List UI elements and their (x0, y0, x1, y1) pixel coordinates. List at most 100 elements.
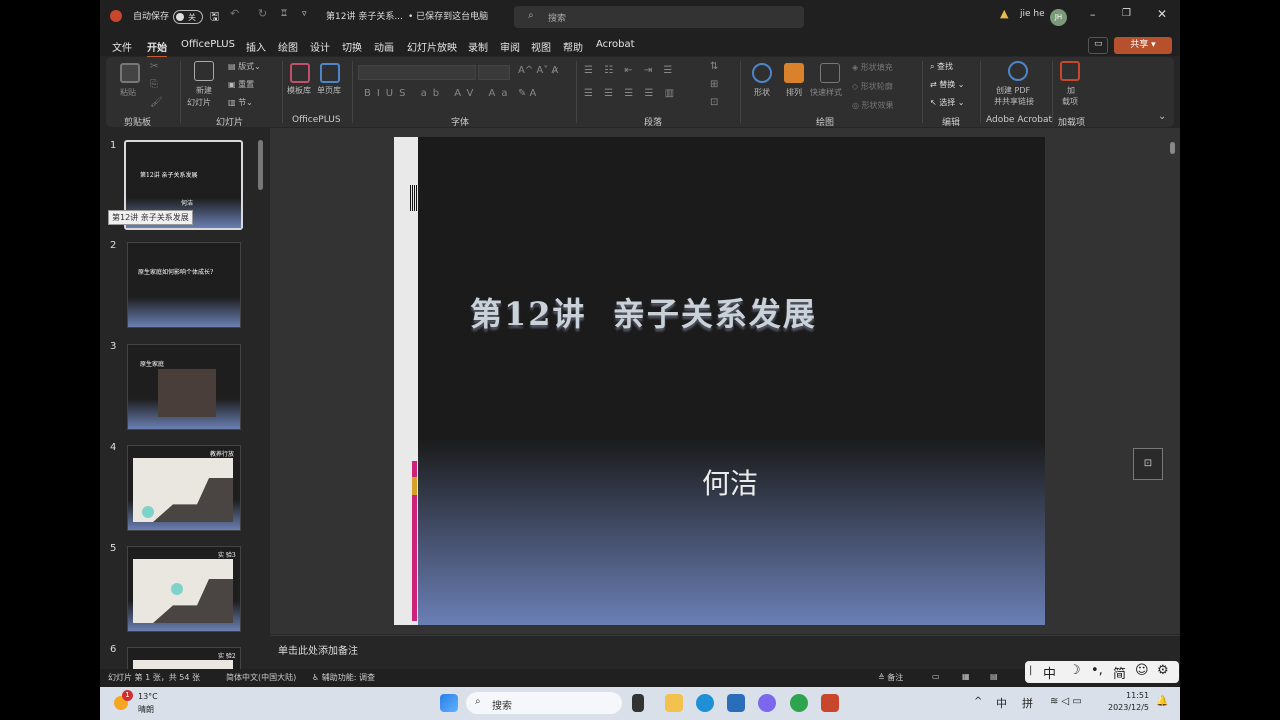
edge-browser-icon[interactable] (696, 694, 714, 712)
store-app-icon[interactable] (727, 694, 745, 712)
search-box[interactable]: ⌕ 搜索 (514, 6, 804, 28)
create-pdf-label-2[interactable]: 并共享链接 (994, 96, 1034, 107)
tab-review[interactable]: 审阅 (500, 39, 520, 54)
slide-title[interactable]: 第12讲 亲子关系发展 (470, 289, 817, 335)
slide-thumbnail-3[interactable]: 原生家庭 (127, 344, 241, 430)
moon-icon[interactable]: ☽ (1069, 663, 1081, 678)
copy-icon[interactable]: ⎘ (150, 79, 158, 90)
new-slide-label-1[interactable]: 新建 (196, 85, 212, 96)
single-page-library-button[interactable]: 单页库 (317, 85, 341, 96)
scroll-thumb[interactable] (1170, 142, 1175, 154)
addins-icon[interactable] (1060, 61, 1080, 81)
slide-subtitle[interactable]: 何洁 (702, 462, 758, 502)
tray-chevron-icon[interactable]: ^ (974, 696, 982, 707)
bookmark-button[interactable]: ⊡ (1133, 448, 1163, 480)
font-family-select[interactable] (358, 65, 476, 80)
shape-outline-button[interactable]: ◇ 形状轮廓 (852, 81, 893, 92)
accessibility-status[interactable]: ♿ 辅助功能: 调查 (312, 672, 375, 683)
thumbnails-scrollbar[interactable] (258, 140, 263, 190)
clock-time[interactable]: 11:51 (1126, 691, 1149, 700)
select-button[interactable]: ↖ 选择 ⌄ (930, 97, 965, 108)
single-page-library-icon[interactable] (320, 63, 340, 83)
grow-font-icon[interactable]: A^ A˅ A̷ (518, 65, 558, 76)
ime-mode[interactable]: 中 (1043, 663, 1056, 682)
temperature[interactable]: 13°C (138, 692, 158, 701)
taskbar-search[interactable]: ⌕ 搜索 (466, 692, 622, 714)
powerpoint-taskbar-icon[interactable] (821, 694, 839, 712)
shape-effects-button[interactable]: ◎ 形状效果 (852, 100, 894, 111)
reset-button[interactable]: ▣ 重置 (228, 79, 254, 90)
section-button[interactable]: ▥ 节⌄ (228, 97, 253, 108)
slide-thumbnail-4[interactable]: 教养行放 (127, 445, 241, 531)
arrange-icon[interactable] (784, 63, 804, 83)
language-status[interactable]: 简体中文(中国大陆) (226, 672, 296, 683)
collapse-ribbon-icon[interactable]: ⌄ (1158, 111, 1166, 122)
tray-lang-2[interactable]: 拼 (1022, 695, 1033, 711)
media-app-icon[interactable] (790, 694, 808, 712)
ime-simplified[interactable]: 简 (1113, 663, 1126, 682)
clock-date[interactable]: 2023/12/5 (1108, 703, 1149, 712)
new-slide-icon[interactable] (194, 61, 214, 81)
format-painter-icon[interactable]: 🖌 (150, 97, 163, 108)
tab-record[interactable]: 录制 (468, 39, 488, 54)
save-icon[interactable]: 🖫 (210, 8, 219, 27)
current-slide[interactable]: 第12讲 亲子关系发展 何洁 (394, 137, 1045, 625)
weather-text[interactable]: 晴朗 (138, 704, 154, 715)
tab-draw[interactable]: 绘图 (278, 39, 298, 54)
new-slide-label-2[interactable]: 幻灯片 (187, 97, 211, 108)
redo-icon[interactable]: ↻ (258, 7, 267, 20)
restore-icon[interactable]: ❐ (1122, 8, 1131, 19)
punctuation-icon[interactable]: •, (1091, 663, 1103, 678)
file-explorer-icon[interactable] (665, 694, 683, 712)
autosave-toggle[interactable]: 关 (173, 10, 203, 24)
wifi-volume-battery-icons[interactable]: ≋ ◁ ▭ (1050, 696, 1082, 707)
tab-transitions[interactable]: 切换 (342, 39, 362, 54)
create-pdf-icon[interactable] (1008, 61, 1028, 81)
slide-thumbnail-2[interactable]: 原生家庭如何影响个体成长? (127, 242, 241, 328)
tab-insert[interactable]: 插入 (246, 39, 266, 54)
user-name[interactable]: jie he (1020, 9, 1045, 19)
shapes-icon[interactable] (752, 63, 772, 83)
tab-home[interactable]: 开始 (147, 39, 167, 58)
task-view-icon[interactable] (632, 694, 644, 712)
app-icon[interactable] (758, 694, 776, 712)
document-title[interactable]: 第12讲 亲子关系... (326, 9, 403, 22)
share-button[interactable]: 共享 ▾ (1114, 37, 1172, 54)
windows-start-icon[interactable] (440, 694, 458, 712)
tab-design[interactable]: 设计 (310, 39, 330, 54)
tab-animations[interactable]: 动画 (374, 39, 394, 54)
font-format-icons[interactable]: BIUS ab AV Aa (364, 88, 514, 99)
tab-slideshow[interactable]: 幻灯片放映 (407, 39, 457, 54)
close-icon[interactable]: ✕ (1157, 7, 1167, 21)
undo-icon[interactable]: ↶ (230, 7, 239, 20)
quick-styles-icon[interactable] (820, 63, 840, 83)
align-icons[interactable]: ☰ ☰ ☰ ☰ ▥ (584, 88, 678, 99)
smartart-icon[interactable]: ⊡ (710, 97, 718, 108)
ime-handle-icon[interactable]: | (1029, 665, 1032, 676)
list-icons[interactable]: ☰ ☷ ⇤ ⇥ ☰ (584, 65, 676, 76)
tray-lang-1[interactable]: 中 (996, 695, 1007, 711)
layout-button[interactable]: ▤ 版式⌄ (228, 61, 261, 72)
notes-button[interactable]: ≜ 备注 (878, 672, 903, 683)
create-pdf-label-1[interactable]: 创建 PDF (996, 85, 1030, 96)
slide-sorter-icon[interactable]: ▦ (962, 672, 970, 681)
cut-icon[interactable]: ✂ (150, 61, 158, 72)
notification-bell-icon[interactable]: 🔔 (1156, 696, 1168, 707)
find-button[interactable]: ⌕ 查找 (930, 61, 953, 72)
tab-officeplus[interactable]: OfficePLUS (181, 39, 235, 50)
warning-icon[interactable]: ▲ (1000, 7, 1008, 20)
tab-acrobat[interactable]: Acrobat (596, 39, 635, 50)
paste-icon[interactable] (120, 63, 140, 83)
tab-help[interactable]: 帮助 (563, 39, 583, 54)
align-text-icon[interactable]: ⊞ (710, 79, 718, 90)
comments-button[interactable]: ▭ (1088, 37, 1108, 54)
template-library-icon[interactable] (290, 63, 310, 83)
save-status[interactable]: • 已保存到这台电脑 (408, 9, 488, 22)
template-library-button[interactable]: 模板库 (287, 85, 311, 96)
reading-view-icon[interactable]: ▤ (990, 672, 998, 681)
paste-button[interactable]: 粘贴 (120, 87, 136, 98)
font-size-select[interactable] (478, 65, 510, 80)
replace-button[interactable]: ⇄ 替换 ⌄ (930, 79, 965, 90)
text-direction-icon[interactable]: ⇅ (710, 61, 718, 72)
addins-label-1[interactable]: 加 (1067, 85, 1075, 96)
